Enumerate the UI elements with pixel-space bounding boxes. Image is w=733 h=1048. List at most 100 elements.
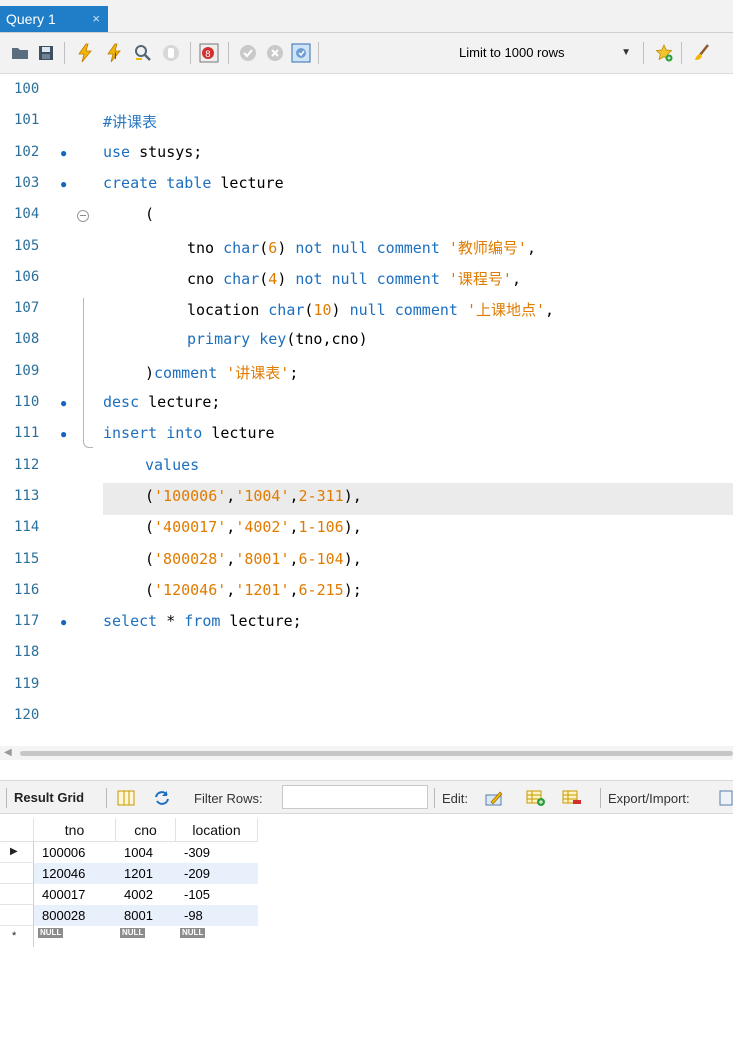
column-header-location[interactable]: location <box>176 818 258 842</box>
new-row-selector[interactable]: * <box>0 926 34 947</box>
tab-query-1[interactable]: Query 1 × <box>0 6 108 32</box>
beautify-icon[interactable] <box>692 43 712 63</box>
code-line[interactable]: 118 <box>0 639 733 671</box>
cell-location[interactable]: -309 <box>184 843 210 863</box>
toolbar-separator <box>106 788 107 808</box>
sql-keyword: not null comment <box>295 239 440 257</box>
explain-icon[interactable] <box>133 43 153 63</box>
filter-rows-input[interactable] <box>282 785 428 809</box>
scroll-left-icon[interactable]: ◀ <box>4 746 12 760</box>
sql-token: ( <box>145 205 155 223</box>
sql-keyword: not null comment <box>295 270 440 288</box>
grid-layout-icon[interactable] <box>116 789 136 807</box>
cell-cno[interactable]: 8001 <box>124 906 153 926</box>
statement-marker-icon: ● <box>60 146 68 160</box>
code-line[interactable]: 104 ( <box>0 201 733 233</box>
cell-cno[interactable]: 1201 <box>124 864 153 884</box>
add-snippet-icon[interactable] <box>654 43 674 63</box>
row-selector[interactable] <box>0 884 34 905</box>
code-line[interactable]: 107 location char(10) null comment '上课地点'… <box>0 295 733 327</box>
commit-icon[interactable] <box>238 43 258 63</box>
code-line[interactable]: 102 ● use stusys; <box>0 139 733 171</box>
result-grid-tab[interactable]: Result Grid <box>14 790 84 805</box>
sql-number: 10 <box>313 301 332 319</box>
rollback-icon[interactable] <box>265 43 285 63</box>
sql-string: '8001' <box>235 550 290 568</box>
line-number: 109 <box>14 363 40 379</box>
stop-icon[interactable] <box>161 43 181 63</box>
row-selector[interactable]: ▶ <box>0 842 34 863</box>
code-line[interactable]: 116 ('120046','1201',6-215); <box>0 577 733 609</box>
sql-token: * <box>157 612 185 630</box>
delete-row-icon[interactable] <box>562 789 582 807</box>
code-text: values <box>145 456 199 474</box>
code-line[interactable]: 119 <box>0 671 733 703</box>
statement-marker-icon: ● <box>60 427 68 441</box>
sql-token: , <box>226 550 236 568</box>
refresh-icon[interactable] <box>152 789 172 807</box>
sql-token: , <box>226 581 236 599</box>
tab-close-icon[interactable]: × <box>92 6 100 32</box>
sql-string: '讲课表' <box>226 364 290 382</box>
code-line[interactable]: 109)comment '讲课表'; <box>0 358 733 390</box>
editor-horizontal-scrollbar[interactable]: ◀ <box>0 746 733 760</box>
toolbar-separator <box>6 788 7 808</box>
sql-number: 2-311 <box>298 487 344 505</box>
row-selector[interactable] <box>0 863 34 884</box>
code-line[interactable]: 108 primary key(tno,cno) <box>0 326 733 358</box>
column-header-tno[interactable]: tno <box>34 818 116 842</box>
code-line[interactable]: 115 ('800028','8001',6-104), <box>0 546 733 578</box>
code-line[interactable]: 105 tno char(6) not null comment '教师编号', <box>0 233 733 265</box>
code-line[interactable]: 106 cno char(4) not null comment '课程号', <box>0 264 733 296</box>
sql-token: ), <box>343 487 362 505</box>
cell-tno[interactable]: 800028 <box>42 906 85 926</box>
null-badge[interactable]: NULL <box>180 928 206 938</box>
cell-tno[interactable]: 100006 <box>42 843 85 863</box>
execute-icon[interactable] <box>75 43 95 63</box>
code-line[interactable]: 111 ● insert into lecture <box>0 420 733 452</box>
code-line[interactable]: 117 ● select * from lecture; <box>0 608 733 640</box>
toggle-error-icon[interactable]: 8 <box>199 43 219 63</box>
code-line[interactable]: 120 <box>0 702 733 734</box>
sql-string: '1004' <box>235 487 290 505</box>
column-header-cno[interactable]: cno <box>116 818 176 842</box>
cell-tno[interactable]: 120046 <box>42 864 85 884</box>
export-icon[interactable] <box>718 789 733 807</box>
null-badge[interactable]: NULL <box>120 928 146 938</box>
cell-cno[interactable]: 4002 <box>124 885 153 905</box>
grid-corner[interactable] <box>0 818 34 842</box>
code-line[interactable]: 114 ('400017','4002',1-106), <box>0 514 733 546</box>
cell-cno[interactable]: 1004 <box>124 843 153 863</box>
cell-location[interactable]: -209 <box>184 864 210 884</box>
null-badge[interactable]: NULL <box>38 928 64 938</box>
export-import-label: Export/Import: <box>608 791 690 806</box>
scrollbar-thumb[interactable] <box>20 751 733 756</box>
cell-location[interactable]: -105 <box>184 885 210 905</box>
cell-tno[interactable]: 400017 <box>42 885 85 905</box>
autocommit-icon[interactable] <box>291 43 311 63</box>
sql-keyword: primary key <box>187 330 287 348</box>
sql-token: lecture; <box>139 393 221 411</box>
row-selector[interactable] <box>0 905 34 926</box>
execute-current-icon[interactable]: I <box>104 43 124 63</box>
code-line[interactable]: 103 ● create table lecture <box>0 170 733 202</box>
code-line[interactable]: 101 #讲课表 <box>0 107 733 139</box>
sql-editor[interactable]: 100 101 #讲课表 102 ● use stusys; 103 ● create tabl… <box>0 76 733 741</box>
code-line[interactable]: 100 <box>0 76 733 108</box>
sql-string: '上课地点' <box>466 301 546 319</box>
open-folder-icon[interactable] <box>10 43 30 63</box>
code-line[interactable]: 112 values <box>0 452 733 484</box>
insert-row-icon[interactable] <box>526 789 546 807</box>
fold-toggle-icon[interactable] <box>77 210 89 222</box>
cell-location[interactable]: -98 <box>184 906 203 926</box>
sql-string: '120046' <box>154 581 227 599</box>
save-icon[interactable] <box>36 43 56 63</box>
code-line[interactable]: 110 ● desc lecture; <box>0 389 733 421</box>
sql-token: , <box>545 301 555 319</box>
sql-token: ) <box>277 239 296 257</box>
sql-token: ), <box>343 518 362 536</box>
edit-row-icon[interactable] <box>484 789 504 807</box>
limit-rows-select[interactable]: Limit to 1000 rows ▼ <box>453 42 635 64</box>
code-line[interactable]: 113 ('100006','1004',2-311), <box>0 483 733 515</box>
